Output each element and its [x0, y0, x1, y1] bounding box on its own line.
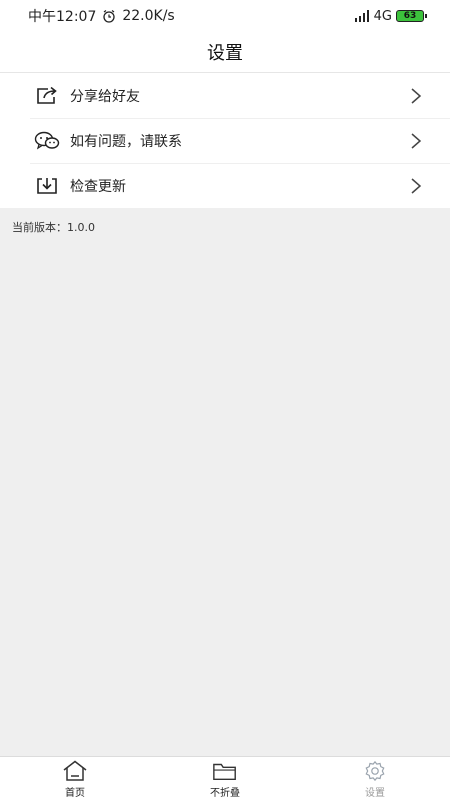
battery-icon: 63	[396, 10, 427, 22]
network-type: 4G	[373, 8, 392, 24]
alarm-icon	[102, 9, 116, 23]
menu-item-contact[interactable]: 如有问题，请联系	[0, 118, 450, 163]
menu-item-update[interactable]: 检查更新	[0, 163, 450, 208]
tab-label: 首页	[65, 788, 85, 799]
content-area: 当前版本：1.0.0	[0, 208, 450, 756]
signal-icon	[354, 10, 370, 22]
folder-icon	[212, 760, 238, 782]
status-time: 中午12:07	[28, 9, 97, 25]
wechat-icon	[34, 130, 60, 152]
home-icon	[62, 760, 88, 782]
menu-item-label: 如有问题，请联系	[70, 133, 182, 150]
status-bar: 中午12:07 22.0K/s 4G 63	[0, 0, 450, 32]
version-label: 当前版本：1.0.0	[12, 221, 95, 234]
chevron-right-icon	[410, 132, 422, 150]
title-bar: 设置	[0, 32, 450, 72]
settings-menu: 分享给好友 如有问题，请联系 检查更新	[0, 73, 450, 208]
share-icon	[34, 85, 60, 107]
tab-label: 不折叠	[210, 788, 240, 799]
status-left: 中午12:07 22.0K/s	[28, 6, 175, 26]
gear-icon	[362, 760, 388, 782]
page-title: 设置	[207, 43, 243, 64]
menu-item-share[interactable]: 分享给好友	[0, 73, 450, 118]
tab-no-fold[interactable]: 不折叠	[150, 757, 300, 800]
battery-level: 63	[403, 11, 417, 21]
tab-bar: 首页 不折叠 设置	[0, 756, 450, 800]
chevron-right-icon	[410, 87, 422, 105]
net-speed: 22.0K/s	[122, 8, 175, 24]
menu-item-label: 分享给好友	[70, 88, 140, 105]
download-icon	[34, 175, 60, 197]
status-right: 4G 63	[354, 8, 427, 24]
tab-label: 设置	[365, 788, 385, 799]
menu-item-label: 检查更新	[70, 178, 126, 195]
tab-settings[interactable]: 设置	[300, 757, 450, 800]
tab-home[interactable]: 首页	[0, 757, 150, 800]
chevron-right-icon	[410, 177, 422, 195]
